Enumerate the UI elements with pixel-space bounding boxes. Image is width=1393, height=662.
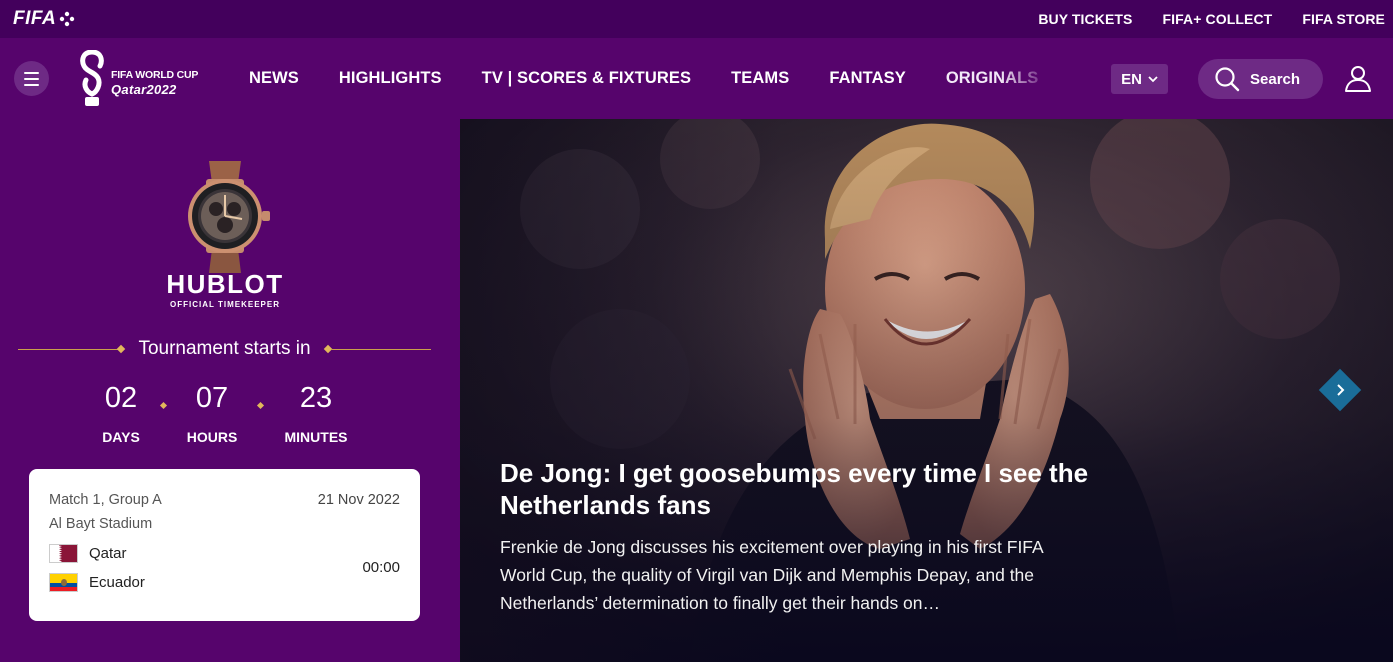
countdown-hours-label: HOURS bbox=[186, 429, 238, 445]
search-button[interactable]: Search bbox=[1198, 59, 1323, 99]
fifa-logo[interactable]: FIFA bbox=[13, 8, 75, 30]
countdown-hours: 07 bbox=[195, 382, 229, 414]
countdown-minutes: 23 bbox=[299, 382, 333, 414]
buy-tickets-link[interactable]: BUY TICKETS bbox=[1038, 11, 1132, 27]
top-links: BUY TICKETS FIFA+ COLLECT FIFA STORE bbox=[1038, 0, 1393, 38]
home-team: Qatar bbox=[49, 544, 127, 563]
countdown-heading: Tournament starts in bbox=[138, 338, 311, 359]
chevron-right-icon bbox=[1337, 384, 1345, 396]
search-icon bbox=[1215, 67, 1240, 92]
language-selector[interactable]: EN bbox=[1111, 64, 1168, 94]
fifa-wordmark: FIFA bbox=[13, 8, 57, 29]
countdown-heading-row: Tournament starts in bbox=[18, 337, 432, 361]
qatar-flag bbox=[49, 544, 78, 563]
main-navigation: FIFA WORLD CUP Qatar2022 NEWS HIGHLIGHTS… bbox=[0, 38, 1393, 119]
nav-item-teams[interactable]: TEAMS bbox=[731, 69, 789, 88]
away-team: Ecuador bbox=[49, 573, 145, 592]
divider-right bbox=[330, 348, 432, 350]
match-card[interactable]: Match 1, Group A 21 Nov 2022 Al Bayt Sta… bbox=[29, 469, 420, 621]
divider-left bbox=[18, 348, 119, 350]
sponsor-tagline: OFFICIAL TIMEKEEPER bbox=[170, 300, 280, 309]
home-team-name: Qatar bbox=[89, 545, 127, 562]
match-venue: Al Bayt Stadium bbox=[49, 516, 153, 532]
menu-button[interactable] bbox=[14, 61, 49, 96]
fifa-store-link[interactable]: FIFA STORE bbox=[1302, 11, 1385, 27]
top-utility-bar: FIFA BUY TICKETS FIFA+ COLLECT FIFA STOR… bbox=[0, 0, 1393, 38]
hero-headline[interactable]: De Jong: I get goosebumps every time I s… bbox=[500, 457, 1100, 521]
fifa-plus-collect-link[interactable]: FIFA+ COLLECT bbox=[1163, 11, 1273, 27]
ecuador-flag bbox=[49, 573, 78, 592]
world-cup-brand[interactable]: FIFA WORLD CUP Qatar2022 bbox=[111, 70, 198, 96]
countdown-days-label: DAYS bbox=[102, 429, 140, 445]
sponsor-name: HUBLOT bbox=[166, 269, 284, 299]
nav-links: NEWS HIGHLIGHTS TV | SCORES & FIXTURES T… bbox=[249, 69, 1078, 88]
countdown-separator bbox=[256, 401, 265, 410]
countdown-minutes-label: MINUTES bbox=[284, 429, 348, 445]
hublot-watch-image[interactable] bbox=[176, 157, 274, 275]
brand-line-2: Qatar2022 bbox=[111, 81, 177, 97]
hero-carousel[interactable]: De Jong: I get goosebumps every time I s… bbox=[460, 119, 1393, 662]
user-icon[interactable] bbox=[1344, 64, 1372, 92]
menu-icon bbox=[24, 71, 39, 74]
language-code: EN bbox=[1121, 70, 1142, 88]
hero-summary: Frenkie de Jong discusses his excitement… bbox=[500, 537, 1043, 613]
fifa-plus-icon bbox=[59, 11, 75, 27]
nav-item-tv-scores-fixtures[interactable]: TV | SCORES & FIXTURES bbox=[482, 69, 691, 88]
nav-item-highlights[interactable]: HIGHLIGHTS bbox=[339, 69, 442, 88]
nav-item-news[interactable]: NEWS bbox=[249, 69, 299, 88]
nav-item-fantasy[interactable]: FANTASY bbox=[829, 69, 905, 88]
world-cup-emblem[interactable] bbox=[78, 50, 106, 108]
match-date: 21 Nov 2022 bbox=[317, 492, 400, 508]
countdown-panel: HUBLOT OFFICIAL TIMEKEEPER Tournament st… bbox=[0, 119, 460, 662]
search-label: Search bbox=[1250, 70, 1301, 88]
brand-line-1: FIFA WORLD CUP bbox=[111, 69, 199, 81]
match-time: 00:00 bbox=[362, 559, 400, 576]
chevron-down-icon bbox=[1148, 75, 1158, 82]
countdown-separator bbox=[159, 401, 168, 410]
away-team-name: Ecuador bbox=[89, 574, 145, 591]
nav-overflow-fade bbox=[1000, 58, 1060, 98]
match-title: Match 1, Group A bbox=[49, 492, 162, 508]
countdown-days: 02 bbox=[104, 382, 138, 414]
